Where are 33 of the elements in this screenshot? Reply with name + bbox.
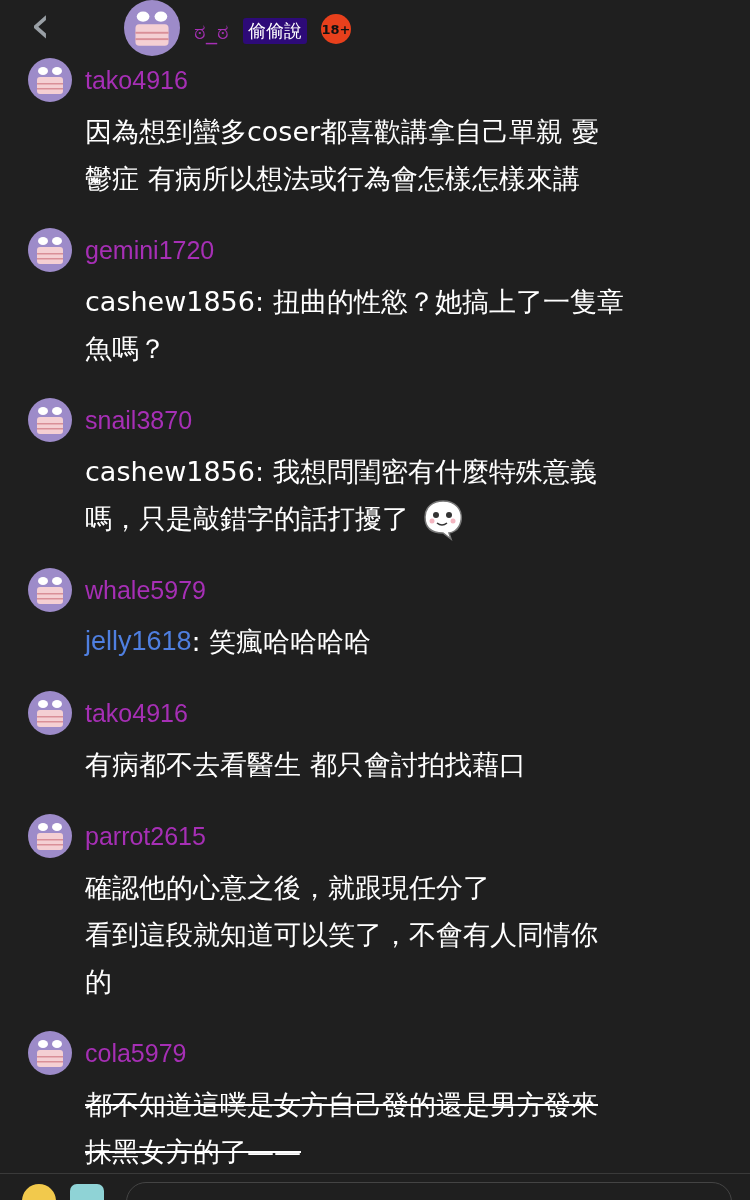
mention-link[interactable]: jelly1618: [85, 618, 192, 665]
comment-text: 有病都不去看醫生 都只會討拍找藉口: [85, 748, 526, 782]
avatar-icon[interactable]: [28, 228, 72, 272]
comment-text: 因為想到蠻多coser都喜歡講拿自己單親 憂: [85, 115, 599, 149]
account-name: ಠ_ಠ: [194, 19, 229, 44]
username[interactable]: gemini1720: [85, 235, 215, 265]
avatar-icon[interactable]: [28, 691, 72, 735]
age-rating-badge: 18+: [321, 14, 351, 44]
username[interactable]: whale5979: [85, 575, 206, 605]
avatar-icon[interactable]: [28, 1031, 72, 1075]
comment-text: 嗎，只是敲錯字的話打擾了: [85, 502, 409, 536]
username[interactable]: parrot2615: [85, 821, 206, 851]
board-tag: 偷偷說: [243, 18, 307, 44]
comment-text: 看到這段就知道可以笑了，不會有人同情你: [85, 918, 598, 952]
avatar-icon[interactable]: [124, 0, 180, 56]
comment-text: cashew1856: 我想問閨密有什麼特殊意義: [85, 455, 597, 489]
avatar-icon[interactable]: [28, 58, 72, 102]
comment-text: 鬱症 有病所以想法或行為會怎樣怎樣來講: [85, 162, 580, 196]
comment-text: cashew1856: 扭曲的性慾？她搞上了一隻章: [85, 285, 624, 319]
comment-text: 抹黑女方的了——: [85, 1135, 301, 1169]
comment-text: : 笑瘋哈哈哈哈: [191, 625, 372, 659]
comment-text: 魚嗎？: [85, 332, 166, 366]
comment-text: 都不知道這噗是女方自己發的還是男方發來: [85, 1088, 598, 1122]
username[interactable]: snail3870: [85, 405, 193, 435]
avatar-icon[interactable]: [28, 398, 72, 442]
username[interactable]: tako4916: [85, 698, 188, 728]
avatar-icon[interactable]: [28, 814, 72, 858]
comment-text: 確認他的心意之後，就跟現任分了: [85, 871, 490, 905]
username[interactable]: cola5979: [85, 1038, 187, 1068]
avatar-icon[interactable]: [28, 568, 72, 612]
comment-text: 的: [85, 965, 112, 999]
username[interactable]: tako4916: [85, 65, 188, 95]
back-button[interactable]: ‹: [30, 4, 60, 44]
